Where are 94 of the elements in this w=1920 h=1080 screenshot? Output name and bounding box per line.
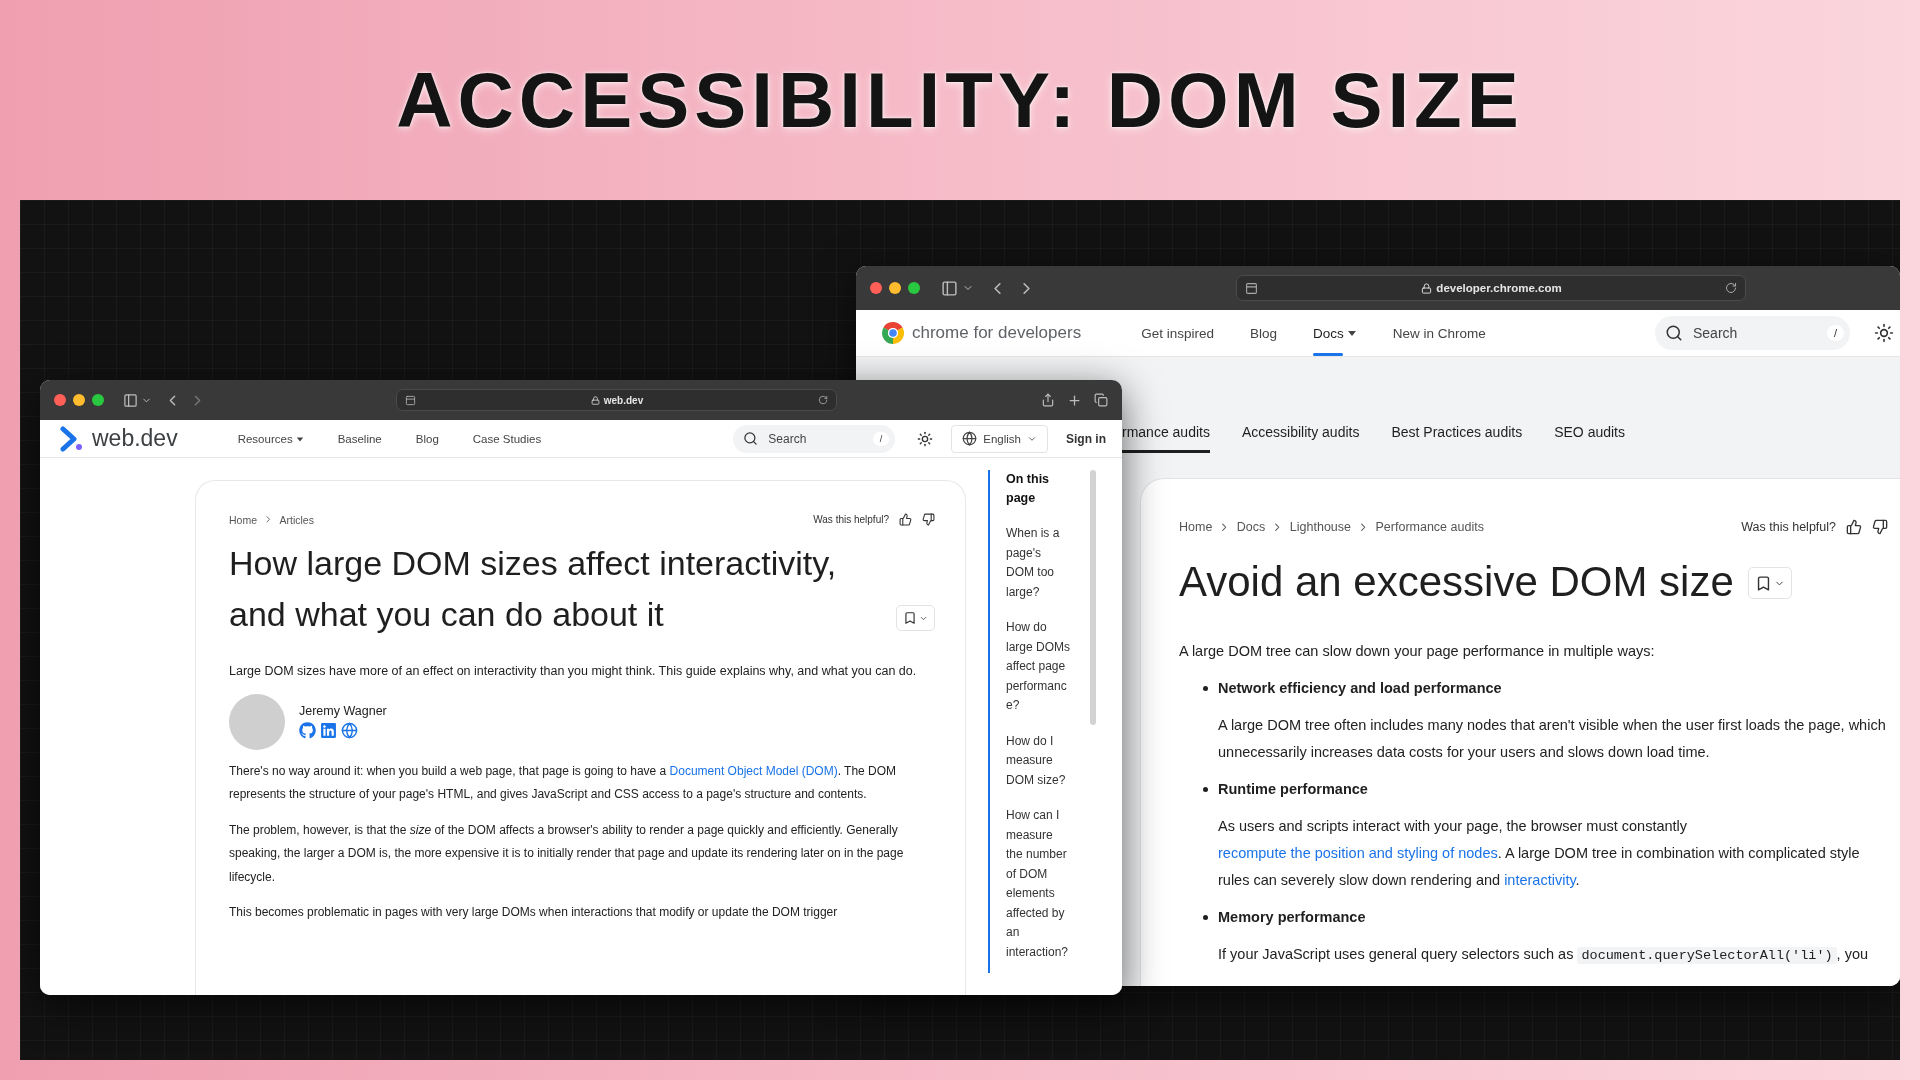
tabs-icon[interactable] xyxy=(1094,393,1108,407)
site-name[interactable]: web.dev xyxy=(92,425,178,452)
scrollbar[interactable] xyxy=(1090,470,1096,725)
page-title: How large DOM sizes affect interactivity, and what you can do about it xyxy=(229,543,838,635)
github-icon[interactable] xyxy=(299,722,316,739)
paragraph: There's no way around it: when you build a web page, that page is going to have a Document Object Model (DOM). The DOM represents the structure of your page's HTML, and gives JavaScript and CSS access to a page's structure and contents. xyxy=(229,762,898,803)
maximize-button[interactable] xyxy=(908,282,920,294)
thumbs-down-icon[interactable] xyxy=(1872,519,1888,535)
nav-link[interactable]: Baseline xyxy=(337,420,382,457)
close-button[interactable] xyxy=(870,282,882,294)
nav-link[interactable]: Get inspired xyxy=(1141,310,1214,356)
thumbs-down-icon[interactable] xyxy=(922,513,935,526)
chevron-logo-icon[interactable] xyxy=(58,425,84,452)
shortcut-key: / xyxy=(872,431,890,446)
text-link[interactable]: recompute the position and styling of nodes xyxy=(1218,845,1498,861)
paragraph: As users and scripts interact with your page, the browser must constantly recompute the position and styling of nodes. A large DOM tree in combination with complicated style rules can severely slow down rendering and interactivity. xyxy=(1218,817,1861,890)
tab[interactable]: Accessibility audits xyxy=(1241,411,1360,453)
toc-link[interactable]: How do large DOMs affect page performance? xyxy=(1006,618,1072,716)
intro-paragraph: Large DOM sizes have more of an effect on interactivity than you might think. This guide explains why, and what you can do. xyxy=(229,663,918,680)
paragraph: If your JavaScript uses general query selectors such as document.querySelectorAll('li') , you xyxy=(1218,945,1870,966)
text-link[interactable]: Document Object Model (DOM) xyxy=(669,763,838,778)
thumbs-up-icon[interactable] xyxy=(1846,519,1862,535)
linkedin-icon[interactable] xyxy=(320,722,337,739)
page-title: Avoid an excessive DOM size xyxy=(1179,557,1734,607)
breadcrumb-link[interactable]: Docs xyxy=(1236,520,1266,534)
url-text: developer.chrome.com xyxy=(1436,282,1562,294)
text-link[interactable]: interactivity xyxy=(1504,872,1576,888)
bookmark-button[interactable] xyxy=(1747,567,1792,600)
breadcrumb-link[interactable]: Home xyxy=(1179,520,1213,534)
bullet xyxy=(1203,915,1208,920)
paragraph: A large DOM tree often includes many nodes that aren't visible when the user first loads the page, which unnecessarily increases data costs for your users and slows down load time. xyxy=(1218,716,1887,762)
sidebar-icon[interactable] xyxy=(123,392,138,408)
reload-icon[interactable] xyxy=(818,395,828,405)
nav-link[interactable]: Resources xyxy=(237,420,304,457)
bookmark-icon xyxy=(903,611,917,626)
tab[interactable]: SEO audits xyxy=(1554,411,1625,453)
chrome-logo-icon[interactable] xyxy=(882,322,904,344)
maximize-button[interactable] xyxy=(92,394,104,406)
sun-icon[interactable] xyxy=(917,430,934,447)
breadcrumb-link[interactable]: Articles xyxy=(279,513,314,526)
search-icon xyxy=(1665,324,1683,342)
sign-in-button[interactable]: Sign in xyxy=(1066,431,1106,446)
page-settings-icon[interactable] xyxy=(405,394,416,406)
search-input[interactable]: Search xyxy=(766,430,865,447)
toc-link[interactable]: How can I measure the number of DOM elements affected by an interaction? xyxy=(1006,806,1072,962)
globe-icon[interactable] xyxy=(341,722,358,739)
shortcut-key: / xyxy=(1826,325,1844,341)
paragraph: This becomes problematic in pages with very large DOMs when interactions that modify or update the DOM trigger xyxy=(229,904,839,921)
sidebar-icon[interactable] xyxy=(941,279,958,297)
minimize-button[interactable] xyxy=(889,282,901,294)
reload-icon[interactable] xyxy=(1725,282,1737,294)
lock-icon xyxy=(1421,282,1433,294)
feedback-label: Was this helpful? xyxy=(813,514,889,525)
nav-link[interactable]: Docs xyxy=(1312,310,1357,356)
plus-icon[interactable] xyxy=(1067,392,1082,408)
language-button[interactable]: English xyxy=(951,424,1048,453)
breadcrumb-link[interactable]: Performance audits xyxy=(1375,520,1484,534)
section-heading: Runtime performance xyxy=(1218,780,1368,799)
close-button[interactable] xyxy=(54,394,66,406)
address-bar[interactable]: web.dev xyxy=(396,389,837,411)
address-bar[interactable]: developer.chrome.com xyxy=(1236,275,1746,301)
breadcrumb-link[interactable]: Home xyxy=(229,513,257,526)
toc-title: On this page xyxy=(1006,471,1051,507)
thumbs-up-icon[interactable] xyxy=(899,513,912,526)
toc-link[interactable]: How do I measure DOM size? xyxy=(1006,731,1072,790)
page-settings-icon[interactable] xyxy=(1245,281,1258,295)
nav-link[interactable]: Blog xyxy=(415,420,439,457)
toc-link[interactable]: When is a page's DOM too large? xyxy=(1006,524,1072,602)
tab[interactable]: Best Practices audits xyxy=(1391,411,1523,453)
bullet xyxy=(1203,686,1208,691)
minimize-button[interactable] xyxy=(73,394,85,406)
breadcrumb-link[interactable]: Lighthouse xyxy=(1289,520,1351,534)
code-snippet: document.querySelectorAll('li') xyxy=(1577,947,1837,964)
share-icon[interactable] xyxy=(1041,393,1055,407)
section-heading: Memory performance xyxy=(1218,908,1366,927)
sun-icon[interactable] xyxy=(1874,323,1894,343)
intro-paragraph: A large DOM tree can slow down your page performance in multiple ways: xyxy=(1179,642,1656,661)
bullet xyxy=(1203,787,1208,792)
search-field[interactable]: Search / xyxy=(733,424,896,453)
url-text: web.dev xyxy=(603,394,644,406)
nav-link[interactable]: New in Chrome xyxy=(1392,310,1486,356)
site-name[interactable]: chrome for developers xyxy=(912,323,1082,343)
search-icon xyxy=(743,431,759,446)
lock-icon xyxy=(590,395,600,405)
paragraph: The problem, however, is that the size of the DOM affects a browser's ability to render a page quickly and efficiently. Generally speaking, the larger a DOM is, the more expensive it is to initially render that page and update its rendering later on in the page lifecycle. xyxy=(229,821,905,886)
search-input[interactable]: Search xyxy=(1691,324,1819,342)
globe-icon xyxy=(962,431,978,446)
nav-link[interactable]: Blog xyxy=(1249,310,1277,356)
nav-link[interactable]: Case Studies xyxy=(472,420,542,457)
section-heading: Network efficiency and load performance xyxy=(1218,679,1502,698)
banner-title: ACCESSIBILITY: DOM SIZE xyxy=(396,54,1524,146)
author-name: Jeremy Wagner xyxy=(299,704,387,718)
search-field[interactable]: Search / xyxy=(1655,316,1850,350)
feedback-label: Was this helpful? xyxy=(1741,520,1836,534)
